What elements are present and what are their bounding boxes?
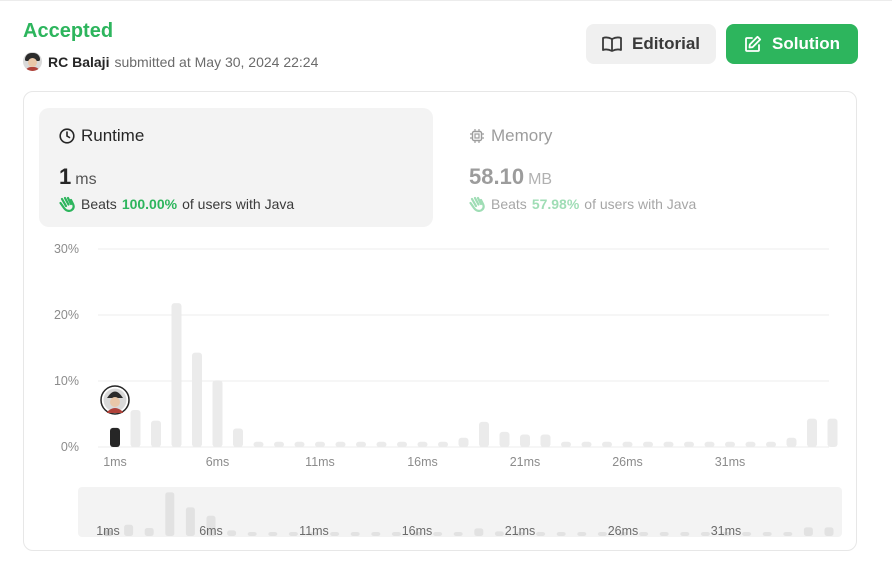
overview-bar <box>268 532 278 536</box>
chart-bar[interactable] <box>233 428 243 447</box>
x-tick-label: 1ms <box>103 455 127 469</box>
chart-bar[interactable] <box>417 441 428 447</box>
x-tick-label: 21ms <box>510 455 541 469</box>
overview-bar <box>350 532 360 536</box>
chart-bar[interactable] <box>704 441 715 447</box>
x-tick-label: 16ms <box>407 455 438 469</box>
overview-tick-label: 1ms <box>96 524 120 538</box>
x-tick-label: 26ms <box>612 455 643 469</box>
overview-bar <box>639 532 649 536</box>
overview-bar <box>824 527 834 536</box>
overview-bar <box>597 532 607 536</box>
overview-bar <box>144 528 154 536</box>
overview-tick-label: 16ms <box>402 524 433 538</box>
overview-bar <box>227 530 237 536</box>
y-tick-label: 10% <box>54 374 79 388</box>
chart-bar[interactable] <box>479 421 489 447</box>
overview-bar <box>659 532 669 536</box>
chart-bar[interactable] <box>643 441 653 447</box>
chart-bar[interactable] <box>827 418 838 447</box>
chart-bar[interactable] <box>622 441 633 447</box>
chart-bar[interactable] <box>581 441 592 447</box>
chart-bar[interactable] <box>438 441 448 447</box>
overview-bar <box>556 532 566 536</box>
overview-bar <box>494 531 504 536</box>
chart-bar[interactable] <box>356 441 366 447</box>
chart-bar[interactable] <box>499 431 510 447</box>
x-tick-label: 6ms <box>206 455 230 469</box>
chart-bar[interactable] <box>315 441 325 447</box>
overview-tick-label: 6ms <box>199 524 223 538</box>
overview-bar <box>124 524 134 536</box>
chart-bar[interactable] <box>212 380 223 447</box>
overview-tick-label: 11ms <box>299 524 329 538</box>
chart-bar[interactable] <box>602 441 612 447</box>
overview-bar <box>453 532 463 536</box>
overview-bar <box>700 532 710 536</box>
chart-bar[interactable] <box>561 441 571 447</box>
chart-bar[interactable] <box>786 437 797 447</box>
overview-bar <box>577 532 587 536</box>
overview-bar <box>742 532 752 536</box>
x-tick-label: 11ms <box>305 455 335 469</box>
chart-bar[interactable] <box>335 441 346 447</box>
chart-bar[interactable] <box>294 441 305 447</box>
overview-bar <box>165 492 175 536</box>
chart-bar[interactable] <box>745 441 756 447</box>
chart-bar[interactable] <box>171 303 182 447</box>
overview-bar <box>433 532 443 536</box>
overview-bar <box>330 532 340 536</box>
overview-bar <box>762 532 772 536</box>
overview-bar <box>803 527 813 536</box>
chart-bar[interactable] <box>376 441 387 447</box>
user-marker-face <box>110 397 120 407</box>
chart-bar[interactable] <box>397 441 407 447</box>
chart-bar[interactable] <box>807 418 817 447</box>
y-tick-label: 0% <box>61 440 79 454</box>
chart-bar[interactable] <box>274 441 284 447</box>
overview-bar <box>536 532 546 536</box>
x-tick-label: 31ms <box>715 455 746 469</box>
overview-bar <box>185 507 195 536</box>
chart-bar[interactable] <box>130 410 141 447</box>
chart-bar[interactable] <box>540 434 551 447</box>
overview-bar <box>474 528 484 536</box>
overview-bar <box>391 532 401 536</box>
overview-bar <box>680 532 690 536</box>
chart-bar[interactable] <box>663 441 674 447</box>
runtime-distribution-chart[interactable]: 30% 20% 10% 0% 1ms 6ms 11ms 16ms 21ms 26ms 31ms 1ms… <box>0 0 892 583</box>
chart-bar[interactable] <box>151 420 161 447</box>
overview-bar <box>247 532 257 536</box>
overview-tick-label: 31ms <box>711 524 742 538</box>
overview-bar <box>288 532 298 536</box>
chart-bar[interactable] <box>192 352 202 447</box>
chart-bar[interactable] <box>458 437 469 447</box>
y-tick-label: 30% <box>54 242 79 256</box>
overview-tick-label: 21ms <box>505 524 536 538</box>
overview-bar <box>783 532 793 536</box>
overview-bar <box>371 532 381 536</box>
overview-tick-label: 26ms <box>608 524 639 538</box>
y-tick-label: 20% <box>54 308 79 322</box>
chart-bar[interactable] <box>520 434 530 447</box>
chart-bar[interactable] <box>110 427 120 447</box>
chart-bar[interactable] <box>766 441 776 447</box>
chart-bar[interactable] <box>725 441 735 447</box>
chart-bar[interactable] <box>253 441 264 447</box>
chart-bar[interactable] <box>684 441 694 447</box>
